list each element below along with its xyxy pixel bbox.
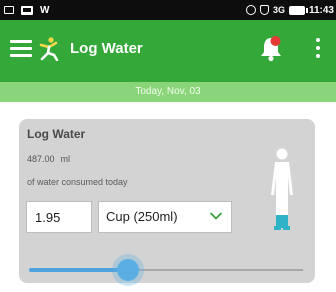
unit-select[interactable]: Cup (250ml) xyxy=(98,201,232,233)
hamburger-menu-icon[interactable] xyxy=(10,40,32,58)
consumed-amount: 487.00 ml xyxy=(27,154,76,164)
log-water-card: Log Water 487.00 ml of water consumed tod… xyxy=(19,119,315,283)
consumed-caption: of water consumed today xyxy=(27,177,128,187)
alarm-icon xyxy=(245,5,256,15)
status-time: 11:43 xyxy=(308,4,334,16)
message-icon xyxy=(21,5,33,15)
quantity-slider[interactable] xyxy=(29,259,303,283)
card-title: Log Water xyxy=(27,127,86,141)
app-bar: Log Water xyxy=(0,20,336,82)
signal-text: 3G xyxy=(272,5,285,15)
bell-icon[interactable] xyxy=(258,34,284,62)
unit-select-value: Cup (250ml) xyxy=(106,209,178,224)
notification-badge xyxy=(270,36,281,46)
carrier-mark: W xyxy=(40,4,50,16)
sim-icon xyxy=(4,6,14,14)
fitness-figure-logo-icon xyxy=(39,37,59,61)
consumed-unit: ml xyxy=(60,154,71,164)
slider-fill xyxy=(29,268,128,272)
overflow-menu-icon[interactable] xyxy=(312,36,324,62)
human-body-water-level-icon xyxy=(271,148,293,230)
battery-icon xyxy=(288,5,308,15)
status-right-icons: 3G 11:43 xyxy=(245,2,334,18)
status-bar: W 3G 11:43 xyxy=(0,0,336,20)
vibrate-icon xyxy=(259,5,269,15)
consumed-value: 487.00 xyxy=(27,154,55,164)
date-banner: Today, Nov, 03 xyxy=(0,82,336,102)
status-left-icons: W xyxy=(4,2,49,18)
page-title: Log Water xyxy=(70,40,143,57)
chevron-down-icon xyxy=(209,212,223,220)
slider-thumb[interactable] xyxy=(116,259,139,281)
quantity-input[interactable] xyxy=(26,201,92,233)
